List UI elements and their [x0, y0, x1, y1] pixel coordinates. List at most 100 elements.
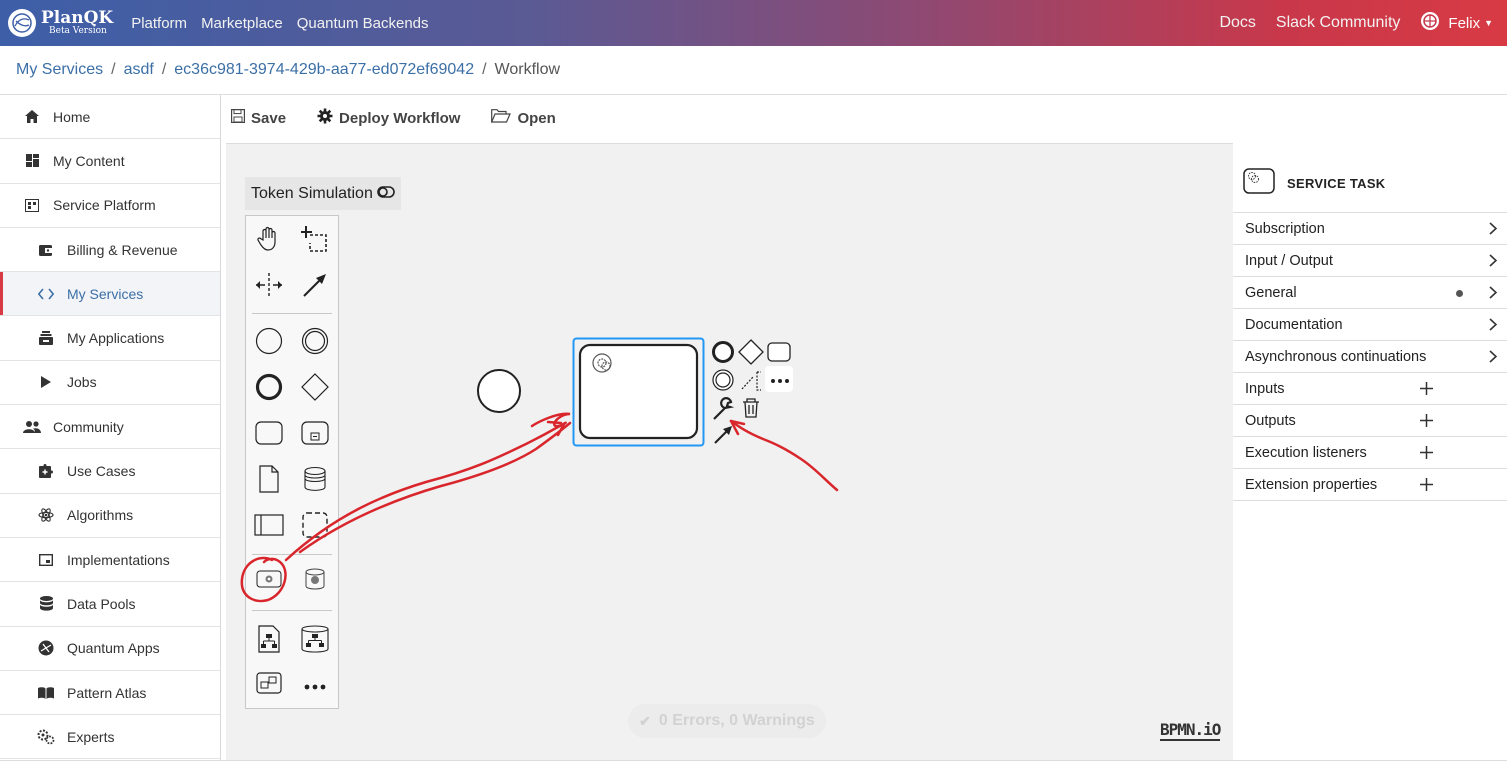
planqk-logo[interactable]: PlanQK Beta Version [8, 9, 113, 37]
breadcrumb-my-services[interactable]: My Services [16, 61, 103, 79]
sidebar-item-label: Algorithms [67, 507, 134, 524]
diagram-layer [240, 337, 839, 603]
sidebar-item-billing-revenue[interactable]: Billing & Revenue [0, 228, 220, 273]
bpmn-canvas[interactable]: Token Simulation ✔ 0 Errors, 0 Warnings … [226, 143, 1233, 762]
panel-header: SERVICE TASK [1243, 168, 1385, 199]
group-label: Asynchronous continuations [1245, 348, 1427, 365]
sidebar-item-my-content[interactable]: My Content [0, 139, 220, 184]
sidebar-item-jobs[interactable]: Jobs [0, 361, 220, 406]
group-label: Outputs [1245, 412, 1296, 429]
breadcrumb-service[interactable]: asdf [124, 61, 154, 79]
brand-sub: Beta Version [49, 26, 107, 36]
validation-status-text: 0 Errors, 0 Warnings [658, 712, 815, 729]
logo-mark-icon [8, 9, 36, 37]
group-async-continuations[interactable]: Asynchronous continuations [1233, 341, 1507, 373]
sidebar-item-label: My Content [53, 152, 125, 169]
sidebar-item-pattern-atlas[interactable]: Pattern Atlas [0, 671, 220, 716]
append-text-annotation-icon [741, 371, 761, 391]
sidebar-item-label: Billing & Revenue [67, 241, 178, 258]
nav-slack-community[interactable]: Slack Community [1276, 14, 1400, 32]
sidebar-item-my-services[interactable]: My Services [0, 272, 220, 317]
group-subscription[interactable]: Subscription [1233, 213, 1507, 245]
user-menu[interactable]: Felix ▼ [1420, 11, 1493, 35]
bottom-edge [0, 760, 1507, 767]
sidebar: Home My Content Service Platform Billing… [0, 95, 221, 767]
plus-icon[interactable] [1420, 414, 1433, 431]
chevron-right-icon [1489, 350, 1498, 367]
nav-docs[interactable]: Docs [1219, 14, 1255, 32]
top-navbar: PlanQK Beta Version Platform Marketplace… [0, 0, 1507, 46]
save-button[interactable]: Save [231, 109, 286, 127]
red-annotation [240, 412, 839, 603]
group-execution-listeners[interactable]: Execution listeners [1233, 437, 1507, 469]
sidebar-item-label: Home [53, 108, 91, 125]
sidebar-item-label: Community [53, 418, 124, 435]
deploy-workflow-button[interactable]: Deploy Workflow [317, 108, 460, 128]
home-icon [23, 109, 41, 125]
check-icon: ✔ [639, 712, 651, 729]
group-input-output[interactable]: Input / Output [1233, 245, 1507, 277]
nav-marketplace[interactable]: Marketplace [201, 15, 283, 32]
chevron-right-icon [1489, 254, 1498, 271]
bpmn-io-logo[interactable]: BPMN.iO [1160, 720, 1221, 741]
sidebar-item-label: Quantum Apps [67, 640, 160, 657]
sidebar-item-data-pools[interactable]: Data Pools [0, 582, 220, 627]
plus-icon[interactable] [1420, 382, 1433, 399]
group-outputs[interactable]: Outputs [1233, 405, 1507, 437]
validation-status[interactable]: ✔ 0 Errors, 0 Warnings [628, 704, 826, 738]
folder-open-icon [491, 109, 517, 127]
puzzle-icon [37, 463, 55, 479]
floppy-disk-icon [231, 109, 251, 127]
brand-name: PlanQK [41, 8, 114, 28]
group-label: Extension properties [1245, 476, 1378, 493]
nav-platform[interactable]: Platform [131, 15, 187, 32]
context-pad[interactable] [712, 339, 793, 444]
user-avatar-icon [1420, 11, 1440, 35]
group-label: General [1245, 284, 1297, 301]
dashboard-icon [23, 153, 41, 169]
more-context-button [765, 366, 793, 392]
open-label: Open [517, 109, 556, 127]
sidebar-item-algorithms[interactable]: Algorithms [0, 494, 220, 538]
sidebar-item-label: Jobs [67, 374, 97, 391]
nav-quantum-backends[interactable]: Quantum Backends [297, 15, 429, 32]
breadcrumb-version[interactable]: ec36c981-3974-429b-aa77-ed072ef69042 [174, 61, 474, 79]
chevron-down-icon: ▼ [1484, 18, 1493, 28]
append-gateway-icon [738, 339, 764, 365]
sidebar-item-quantum-apps[interactable]: Quantum Apps [0, 627, 220, 671]
sidebar-item-label: Use Cases [67, 463, 136, 480]
calendar-icon [23, 197, 41, 213]
sidebar-item-service-platform[interactable]: Service Platform [0, 184, 220, 228]
append-task-icon [767, 342, 791, 362]
sidebar-item-label: My Services [67, 285, 144, 302]
chevron-right-icon [1489, 286, 1498, 303]
group-label: Execution listeners [1245, 444, 1367, 461]
gear-icon [317, 108, 339, 128]
divider [0, 94, 1507, 95]
sidebar-item-label: Pattern Atlas [67, 684, 147, 701]
group-documentation[interactable]: Documentation [1233, 309, 1507, 341]
sidebar-item-experts[interactable]: Experts [0, 715, 220, 760]
group-extension-properties[interactable]: Extension properties [1233, 469, 1507, 501]
group-label: Documentation [1245, 316, 1343, 333]
sidebar-item-label: Implementations [67, 551, 170, 568]
sidebar-item-my-applications[interactable]: My Applications [0, 316, 220, 361]
plus-icon[interactable] [1420, 446, 1433, 463]
trash-icon [743, 398, 759, 418]
sidebar-item-implementations[interactable]: Implementations [0, 538, 220, 583]
plus-icon[interactable] [1420, 478, 1433, 495]
database-icon [37, 596, 55, 612]
code-icon [37, 286, 55, 302]
start-event[interactable] [477, 369, 521, 413]
group-inputs[interactable]: Inputs [1233, 373, 1507, 405]
save-label: Save [251, 109, 287, 127]
sidebar-item-home[interactable]: Home [0, 95, 220, 140]
sidebar-item-community[interactable]: Community [0, 405, 220, 450]
user-name: Felix [1448, 14, 1481, 32]
group-label: Inputs [1245, 380, 1285, 397]
sidebar-item-use-cases[interactable]: Use Cases [0, 449, 220, 494]
panel-title: SERVICE TASK [1287, 176, 1386, 191]
group-general[interactable]: General [1233, 277, 1507, 309]
editor-toolbar: Save Deploy Workflow Open [226, 100, 582, 136]
open-button[interactable]: Open [491, 109, 556, 127]
